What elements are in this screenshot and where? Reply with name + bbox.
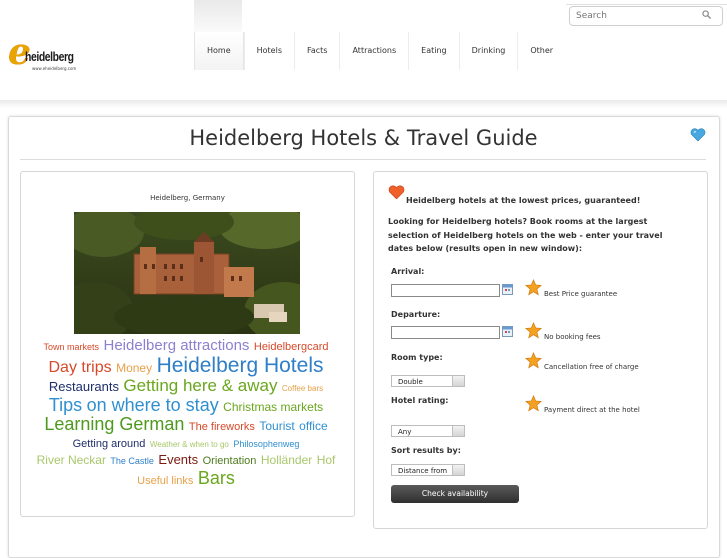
tag-cloud-link[interactable]: Day trips (49, 359, 112, 376)
room-type-select[interactable]: Double (391, 375, 465, 387)
tag-cloud-link[interactable]: Tourist (259, 419, 294, 433)
nav-facts[interactable]: Facts (293, 32, 339, 70)
tag-cloud-link[interactable]: Philosophenweg (233, 439, 299, 449)
calendar-icon[interactable] (502, 326, 513, 337)
tag-cloud-link[interactable]: Bars (198, 468, 235, 488)
search-frame-top (566, 0, 727, 5)
tag-cloud-link[interactable]: Heidelbergcard (254, 341, 329, 353)
tag-cloud-link[interactable]: Coffee bars (282, 384, 323, 393)
tag-cloud-link[interactable]: Restaurants (49, 379, 119, 394)
tag-cloud-link[interactable]: Tips (49, 395, 82, 415)
nav-active-tab-top (194, 0, 242, 32)
room-type-value: Double (398, 378, 423, 386)
logo-url: www.eheidelberg.com (32, 66, 77, 71)
nav-eating[interactable]: Eating (408, 32, 458, 70)
header-shadow (0, 100, 727, 108)
feature-text: Cancellation free of charge (544, 363, 639, 371)
search-input[interactable] (576, 9, 686, 23)
nav-home[interactable]: Home (194, 32, 244, 70)
tag-cloud-link[interactable]: The Castle (110, 456, 154, 466)
nav-other[interactable]: Other (517, 32, 565, 70)
tag-cloud-link[interactable]: The fireworks (189, 421, 255, 434)
tag-cloud-link[interactable]: Holländer (261, 453, 312, 467)
arrival-label: Arrival: (391, 267, 425, 276)
photo-caption: Heidelberg, Germany (150, 194, 225, 202)
title-divider (20, 159, 706, 160)
heart-icon (690, 128, 706, 142)
tag-cloud-link[interactable]: Money (116, 361, 152, 375)
feature-text: Best Price guarantee (544, 290, 618, 298)
departure-date-input[interactable] (391, 326, 500, 339)
heart-icon (388, 185, 405, 200)
room-type-label: Room type: (391, 353, 443, 362)
sort-select[interactable]: Distance from (391, 464, 465, 476)
nav-hotels[interactable]: Hotels (243, 32, 294, 70)
tag-cloud-link[interactable]: Christmas markets (223, 400, 323, 414)
tag-cloud-link[interactable]: Getting here & away (123, 376, 277, 395)
hotel-rating-value: Any (398, 428, 412, 436)
tag-cloud-link[interactable]: on where to stay (87, 395, 219, 415)
booking-intro: Looking for Heidelberg hotels? Book room… (388, 217, 663, 253)
tag-cloud-link[interactable]: Town markets (44, 342, 100, 352)
check-availability-button[interactable]: Check availability (391, 485, 519, 503)
star-icon (525, 352, 542, 369)
search-box (569, 6, 723, 26)
tag-cloud-link[interactable]: Weather & when to go (150, 440, 229, 449)
feature-text: Payment direct at the hotel (544, 406, 640, 414)
nav-drinking[interactable]: Drinking (458, 32, 518, 70)
tag-cloud-link[interactable]: Heidelberg Hotels (157, 354, 324, 377)
tag-cloud-link[interactable]: office (299, 419, 327, 433)
feature-text: No booking fees (544, 333, 601, 341)
heidelberg-castle-photo (74, 212, 300, 334)
star-icon (525, 395, 542, 412)
tag-cloud-link[interactable]: Events (158, 452, 198, 467)
hotel-rating-select[interactable]: Any (391, 425, 465, 437)
logo-wordmark: heidelberg (25, 49, 74, 64)
tag-cloud-link[interactable]: River Neckar (37, 453, 106, 467)
arrival-date-input[interactable] (391, 284, 500, 297)
tag-cloud-link[interactable]: Useful links (137, 475, 193, 487)
sort-label: Sort results by: (391, 446, 461, 455)
sort-value: Distance from (398, 467, 448, 475)
dropdown-arrow-icon (452, 426, 464, 436)
tag-cloud-link[interactable]: Hof (317, 453, 336, 467)
site-logo[interactable]: e heidelberg www.eheidelberg.com (8, 32, 78, 76)
promo-text: Heidelberg hotels at the lowest prices, … (406, 196, 641, 205)
tag-cloud-link[interactable]: Orientation (203, 455, 257, 467)
tag-cloud-link[interactable]: Getting around (73, 438, 146, 450)
dropdown-arrow-icon (452, 376, 464, 386)
dropdown-arrow-icon (452, 465, 464, 475)
tag-cloud-link[interactable]: Learning German (44, 414, 184, 434)
search-icon[interactable] (702, 10, 711, 19)
tag-cloud: Town markets Heidelberg attractions Heid… (36, 338, 336, 489)
hotel-rating-label: Hotel rating: (391, 396, 449, 405)
main-nav: Home Hotels Facts Attractions Eating Dri… (194, 32, 565, 70)
nav-attractions[interactable]: Attractions (339, 32, 408, 70)
departure-label: Departure: (391, 310, 441, 319)
star-icon (525, 322, 542, 339)
star-icon (525, 279, 542, 296)
page-title: Heidelberg Hotels & Travel Guide (189, 126, 538, 150)
calendar-icon[interactable] (502, 284, 513, 295)
tag-cloud-link[interactable]: Heidelberg attractions (104, 337, 250, 354)
